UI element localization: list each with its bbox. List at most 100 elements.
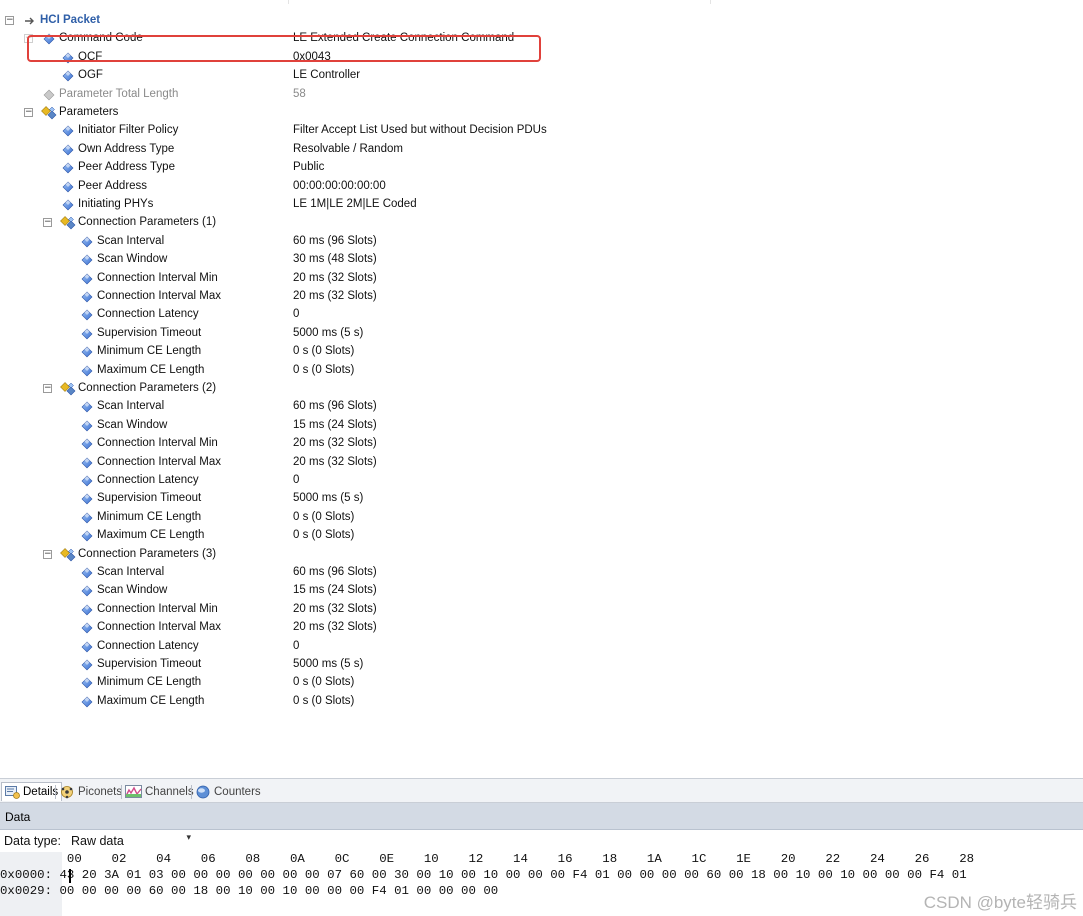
packet-tree: − HCI Packet − Command Code LE Extended Cr… bbox=[0, 0, 1083, 778]
column-divider bbox=[710, 0, 711, 4]
tree-field-row[interactable]: Scan Interval 60 ms (96 Slots) bbox=[0, 233, 1083, 251]
tab-details[interactable]: Details bbox=[1, 782, 63, 801]
field-diamond-icon bbox=[62, 181, 74, 193]
tree-field-row[interactable]: Maximum CE Length 0 s (0 Slots) bbox=[0, 527, 1083, 545]
field-diamond-icon bbox=[81, 365, 93, 377]
tree-group-row[interactable]: − Connection Parameters (1) bbox=[0, 214, 1083, 232]
field-diamond-icon bbox=[81, 236, 93, 248]
tree-field-row[interactable]: OGF LE Controller bbox=[0, 67, 1083, 85]
tree-row-label: Minimum CE Length bbox=[97, 676, 202, 689]
tree-row-value: 20 ms (32 Slots) bbox=[293, 271, 377, 284]
tree-row-label: Connection Interval Max bbox=[97, 455, 222, 468]
tree-row-value: 0 s (0 Slots) bbox=[293, 510, 355, 523]
tree-row-value: 58 bbox=[293, 87, 306, 100]
tree-row-label: Connection Interval Min bbox=[97, 271, 218, 284]
tree-field-row[interactable]: Connection Interval Max 20 ms (32 Slots) bbox=[0, 454, 1083, 472]
tree-row-value: Filter Accept List Used but without Deci… bbox=[293, 124, 547, 137]
bottom-tab-strip: Details Piconets Channels Counters bbox=[0, 778, 1083, 803]
tree-expander-icon[interactable]: − bbox=[24, 108, 33, 117]
tree-field-row[interactable]: Own Address Type Resolvable / Random bbox=[0, 141, 1083, 159]
tab-counters[interactable]: Counters bbox=[192, 782, 264, 801]
tree-field-row[interactable]: Connection Interval Min 20 ms (32 Slots) bbox=[0, 270, 1083, 288]
tree-row-value: Resolvable / Random bbox=[293, 142, 403, 155]
tree-field-row[interactable]: Peer Address Type Public bbox=[0, 159, 1083, 177]
tree-row-label: Scan Window bbox=[97, 253, 168, 266]
tab-piconets[interactable]: Piconets bbox=[56, 782, 125, 801]
tree-expander-icon[interactable]: − bbox=[43, 384, 52, 393]
data-type-value: Raw data bbox=[71, 834, 124, 848]
tree-group-row[interactable]: − Connection Parameters (3) bbox=[0, 546, 1083, 564]
tree-field-row[interactable]: Initiator Filter Policy Filter Accept Lis… bbox=[0, 122, 1083, 140]
tree-field-row[interactable]: Scan Window 15 ms (24 Slots) bbox=[0, 582, 1083, 600]
tree-field-row[interactable]: Minimum CE Length 0 s (0 Slots) bbox=[0, 674, 1083, 692]
field-diamond-icon bbox=[43, 89, 55, 101]
tree-row-value: 20 ms (32 Slots) bbox=[293, 455, 377, 468]
tree-row-label: Connection Parameters (3) bbox=[78, 547, 217, 560]
field-diamond-icon bbox=[81, 622, 93, 634]
tree-row-value: 0 s (0 Slots) bbox=[293, 345, 355, 358]
tree-row-label: Maximum CE Length bbox=[97, 529, 205, 542]
tree-row-value: 60 ms (96 Slots) bbox=[293, 234, 377, 247]
tree-row-label: Supervision Timeout bbox=[97, 658, 202, 670]
field-diamond-icon bbox=[81, 493, 93, 505]
data-type-select[interactable]: Raw data ▾ bbox=[67, 832, 195, 850]
tree-field-row[interactable]: Connection Latency 0 bbox=[0, 306, 1083, 324]
tree-group-row[interactable]: − Connection Parameters (2) bbox=[0, 380, 1083, 398]
tree-field-row[interactable]: Supervision Timeout 5000 ms (5 s) bbox=[0, 656, 1083, 674]
tree-field-row[interactable]: Scan Interval 60 ms (96 Slots) bbox=[0, 564, 1083, 582]
tree-expander-icon[interactable]: − bbox=[5, 16, 14, 25]
tree-field-row[interactable]: Scan Window 30 ms (48 Slots) bbox=[0, 251, 1083, 269]
tree-group-row[interactable]: − HCI Packet bbox=[0, 12, 1083, 30]
tree-field-row[interactable]: Minimum CE Length 0 s (0 Slots) bbox=[0, 509, 1083, 527]
tree-field-row[interactable]: Connection Interval Min 20 ms (32 Slots) bbox=[0, 435, 1083, 453]
tab-label: Channels bbox=[145, 785, 194, 798]
tree-row-label: Parameter Total Length bbox=[59, 87, 179, 100]
tree-row-value: 0 bbox=[293, 308, 300, 321]
tree-row-label: Connection Interval Max bbox=[97, 290, 222, 302]
field-diamond-icon bbox=[81, 401, 93, 413]
command-code-highlight bbox=[27, 35, 541, 62]
tree-group-row[interactable]: − Parameters bbox=[0, 104, 1083, 122]
tree-expander-icon[interactable]: − bbox=[43, 218, 52, 228]
tree-field-row[interactable]: Supervision Timeout 5000 ms (5 s) bbox=[0, 490, 1083, 508]
tree-row-value: 20 ms (32 Slots) bbox=[293, 621, 377, 634]
tree-field-row[interactable]: Maximum CE Length 0 s (0 Slots) bbox=[0, 362, 1083, 380]
tree-row-value: 60 ms (96 Slots) bbox=[293, 566, 377, 578]
data-type-row: Data type: Raw data ▾ bbox=[0, 830, 1083, 852]
watermark: CSDN @byte轻骑兵 bbox=[923, 893, 1077, 912]
tree-row-value: 0 bbox=[293, 639, 300, 652]
tab-label: Details bbox=[23, 786, 59, 798]
tree-field-row[interactable]: Connection Latency 0 bbox=[0, 638, 1083, 656]
piconets-icon bbox=[61, 785, 73, 798]
field-diamond-icon bbox=[81, 291, 93, 303]
tree-field-row[interactable]: Parameter Total Length 58 bbox=[0, 86, 1083, 104]
tree-field-row[interactable]: Supervision Timeout 5000 ms (5 s) bbox=[0, 325, 1083, 343]
tree-field-row[interactable]: Connection Latency 0 bbox=[0, 472, 1083, 490]
tree-field-row[interactable]: Scan Interval 60 ms (96 Slots) bbox=[0, 398, 1083, 416]
tree-expander-icon[interactable]: − bbox=[43, 549, 52, 559]
text-cursor bbox=[69, 869, 71, 883]
tree-field-row[interactable]: Connection Interval Max 20 ms (32 Slots) bbox=[0, 619, 1083, 637]
tree-row-value: 15 ms (24 Slots) bbox=[293, 418, 377, 431]
field-diamond-icon bbox=[81, 309, 93, 321]
hex-dump[interactable]: 00 02 04 06 08 0A 0C 0E 10 12 14 16 18 1… bbox=[0, 852, 1083, 916]
counters-icon bbox=[196, 785, 210, 798]
tree-field-row[interactable]: Peer Address 00:00:00:00:00:00 bbox=[0, 178, 1083, 196]
tree-row-label: Scan Interval bbox=[97, 234, 165, 247]
tree-field-row[interactable]: Maximum CE Length 0 s (0 Slots) bbox=[0, 693, 1083, 711]
field-diamond-icon bbox=[81, 659, 93, 671]
parameters-group-icon bbox=[60, 547, 76, 562]
field-diamond-icon bbox=[81, 585, 93, 597]
column-divider bbox=[288, 0, 289, 4]
tree-row-label: Minimum CE Length bbox=[97, 345, 202, 358]
tree-field-row[interactable]: Minimum CE Length 0 s (0 Slots) bbox=[0, 343, 1083, 361]
tree-field-row[interactable]: Connection Interval Min 20 ms (32 Slots) bbox=[0, 601, 1083, 619]
tab-channels[interactable]: Channels bbox=[122, 782, 197, 801]
tree-field-row[interactable]: Connection Interval Max 20 ms (32 Slots) bbox=[0, 288, 1083, 306]
data-panel-header: Data bbox=[0, 803, 1083, 830]
tree-field-row[interactable]: Scan Window 15 ms (24 Slots) bbox=[0, 417, 1083, 435]
data-type-label: Data type: bbox=[4, 834, 61, 848]
tree-row-label: HCI Packet bbox=[40, 14, 101, 26]
tree-row-label: Scan Interval bbox=[97, 400, 165, 413]
tree-field-row[interactable]: Initiating PHYs LE 1M|LE 2M|LE Coded bbox=[0, 196, 1083, 214]
